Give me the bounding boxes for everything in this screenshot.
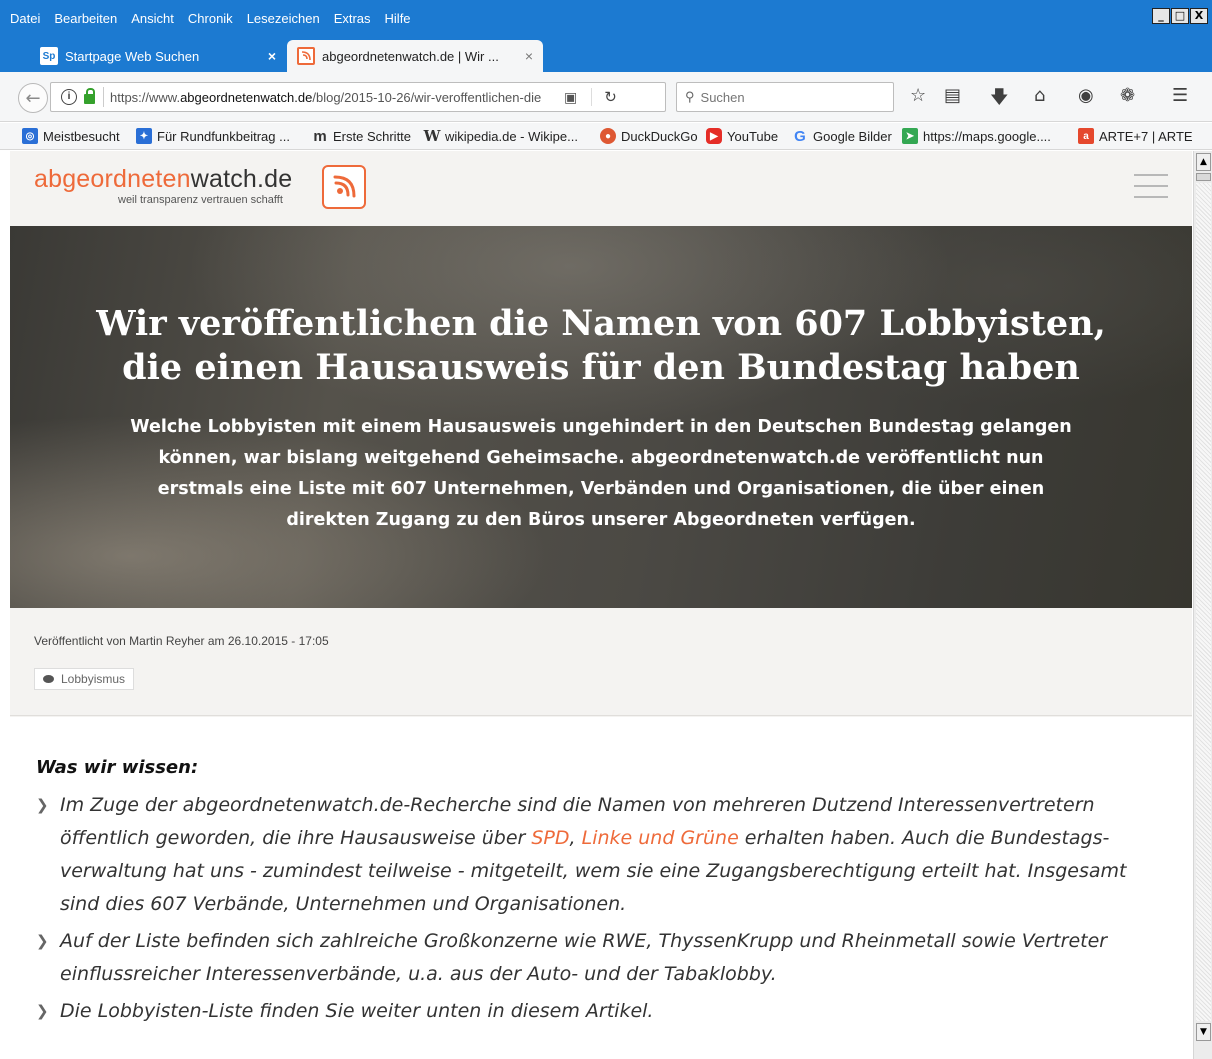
article-title: Wir veröffentlichen die Namen von 607 Lo…	[96, 303, 1106, 388]
list-item: ❯ Im Zuge der abgeordnetenwatch.de-Reche…	[36, 789, 1166, 921]
most-visited-icon: ◎	[22, 128, 38, 144]
site-tagline: weil transparenz vertrauen schafft	[118, 194, 283, 206]
article-lead: Welche Lobbyisten mit einem Hausausweis …	[130, 417, 1072, 530]
chevron-right-icon: ❯	[36, 796, 49, 814]
bookmark-rundfunkbeitrag[interactable]: ✦ Für Rundfunkbeitrag ...	[136, 128, 290, 144]
scroll-track[interactable]	[1196, 183, 1211, 1021]
menu-tools[interactable]: Extras	[334, 10, 371, 28]
tab-title: Startpage Web Suchen	[65, 48, 200, 64]
tag-icon	[43, 675, 54, 683]
bookmark-puzzle-icon: ✦	[136, 128, 152, 144]
article-body: Was wir wissen: ❯ Im Zuge der abgeordnet…	[10, 717, 1192, 1059]
list-item-text: Im Zuge der abgeordnetenwatch.de-Recherc…	[60, 794, 1127, 915]
info-icon[interactable]: i	[61, 89, 77, 105]
url-text[interactable]: https://www.abgeordnetenwatch.de/blog/20…	[110, 90, 550, 105]
abgeordnetenwatch-favicon-icon	[297, 47, 315, 65]
bookmark-erste-schritte[interactable]: m Erste Schritte	[312, 127, 411, 145]
maximize-button[interactable]: □	[1171, 8, 1189, 24]
startpage-favicon-icon: Sp	[40, 47, 58, 65]
chevron-right-icon: ❯	[36, 932, 49, 950]
section-heading: Was wir wissen:	[36, 757, 199, 778]
menu-help[interactable]: Hilfe	[385, 10, 411, 28]
bookmark-wikipedia[interactable]: W wikipedia.de - Wikipe...	[423, 127, 578, 145]
site-logo[interactable]: abgeordnetenwatch.de	[34, 165, 292, 194]
bookmark-youtube[interactable]: ▶ YouTube	[706, 128, 778, 144]
menu-history[interactable]: Chronik	[188, 10, 233, 28]
menu-edit[interactable]: Bearbeiten	[54, 10, 117, 28]
tab-startpage[interactable]: Sp Startpage Web Suchen ×	[30, 40, 286, 72]
tag-badge[interactable]: Lobbyismus	[34, 668, 135, 690]
search-input[interactable]	[700, 89, 881, 105]
tab-abgeordnetenwatch[interactable]: abgeordnetenwatch.de | Wir ... ×	[287, 40, 543, 72]
chevron-right-icon: ❯	[36, 1002, 49, 1020]
bookmark-google-maps[interactable]: ➤ https://maps.google....	[902, 128, 1051, 144]
window-controls: _ □ X	[1152, 8, 1208, 24]
minimize-button[interactable]: _	[1152, 8, 1170, 24]
reload-icon[interactable]: ↻	[591, 88, 617, 106]
bookmark-most-visited[interactable]: ◎ Meistbesucht	[22, 128, 120, 144]
tab-close-icon[interactable]: ×	[525, 48, 533, 64]
url-divider	[103, 87, 104, 107]
scroll-down-arrow-icon[interactable]: ▼	[1196, 1023, 1211, 1041]
tab-title: abgeordnetenwatch.de | Wir ...	[322, 48, 499, 64]
search-bar[interactable]: ⚲	[676, 82, 894, 112]
menu-bookmarks[interactable]: Lesezeichen	[247, 10, 320, 28]
page-viewport: abgeordnetenwatch.de weil transparenz ve…	[10, 151, 1192, 1059]
youtube-icon: ▶	[706, 128, 722, 144]
tab-bar: Sp Startpage Web Suchen × abgeordnetenwa…	[0, 38, 1212, 105]
hero-banner: Wir veröffentlichen die Namen von 607 Lo…	[10, 226, 1192, 608]
menu-bar: Datei Bearbeiten Ansicht Chronik Lesezei…	[10, 10, 425, 28]
bookmark-duckduckgo[interactable]: ● DuckDuckGo	[600, 128, 698, 144]
bookmarks-toolbar: ◎ Meistbesucht ✦ Für Rundfunkbeitrag ...…	[0, 123, 1212, 150]
list-item-text: Die Lobbyisten-Liste finden Sie weiter u…	[60, 1000, 654, 1022]
url-bar[interactable]: i https://www.abgeordnetenwatch.de/blog/…	[50, 82, 666, 112]
close-window-button[interactable]: X	[1190, 8, 1208, 24]
star-bookmark-icon[interactable]: ☆	[910, 85, 926, 106]
bookmark-google-bilder[interactable]: G Google Bilder	[792, 127, 892, 145]
list-item: ❯ Auf der Liste befinden sich zahlreiche…	[36, 925, 1166, 991]
tag-label: Lobbyismus	[61, 672, 126, 686]
logo-badge-icon[interactable]	[322, 165, 366, 209]
menu-hamburger-icon[interactable]: ☰	[1172, 85, 1188, 106]
menu-file[interactable]: Datei	[10, 10, 40, 28]
menu-view[interactable]: Ansicht	[131, 10, 174, 28]
scroll-thumb[interactable]	[1196, 173, 1211, 181]
reader-view-icon[interactable]: ▣	[564, 89, 577, 106]
link-spd[interactable]: SPD	[531, 827, 569, 849]
article-meta: Veröffentlicht von Martin Reyher am 26.1…	[10, 608, 1192, 716]
site-header: abgeordnetenwatch.de weil transparenz ve…	[10, 151, 1192, 226]
scroll-up-arrow-icon[interactable]: ▲	[1196, 153, 1211, 171]
back-arrow-icon: ←	[25, 87, 41, 109]
byline: Veröffentlicht von Martin Reyher am 26.1…	[34, 634, 329, 648]
arte-icon: a	[1078, 128, 1094, 144]
tab-close-icon[interactable]: ×	[268, 48, 276, 64]
home-icon[interactable]: ⌂	[1034, 85, 1045, 106]
list-item: ❯ Die Lobbyisten-Liste finden Sie weiter…	[36, 995, 1166, 1028]
vertical-scrollbar[interactable]: ▲ ▼	[1193, 151, 1212, 1059]
extension-icon[interactable]: ❁	[1120, 85, 1135, 106]
bookmark-arte[interactable]: a ARTE+7 | ARTE	[1078, 128, 1193, 144]
search-icon: ⚲	[685, 89, 695, 104]
navigation-toolbar: ← i https://www.abgeordnetenwatch.de/blo…	[0, 72, 1212, 122]
back-button[interactable]: ←	[18, 83, 48, 113]
wikipedia-icon: W	[423, 127, 441, 145]
m-logo-icon: m	[313, 127, 327, 145]
maps-icon: ➤	[902, 128, 918, 144]
google-icon: G	[794, 127, 806, 145]
duckduckgo-icon: ●	[600, 128, 616, 144]
title-bar: Datei Bearbeiten Ansicht Chronik Lesezei…	[0, 0, 1212, 38]
site-menu-button[interactable]	[1134, 174, 1168, 198]
list-item-text: Auf der Liste befinden sich zahlreiche G…	[60, 930, 1108, 985]
lock-icon[interactable]	[84, 88, 95, 104]
downloads-icon[interactable]: 🡇	[990, 85, 1009, 115]
bookmarks-library-icon[interactable]: ▤	[944, 85, 961, 106]
link-linke-gruene[interactable]: Linke und Grüne	[582, 827, 739, 849]
pocket-icon[interactable]: ◉	[1078, 85, 1094, 106]
